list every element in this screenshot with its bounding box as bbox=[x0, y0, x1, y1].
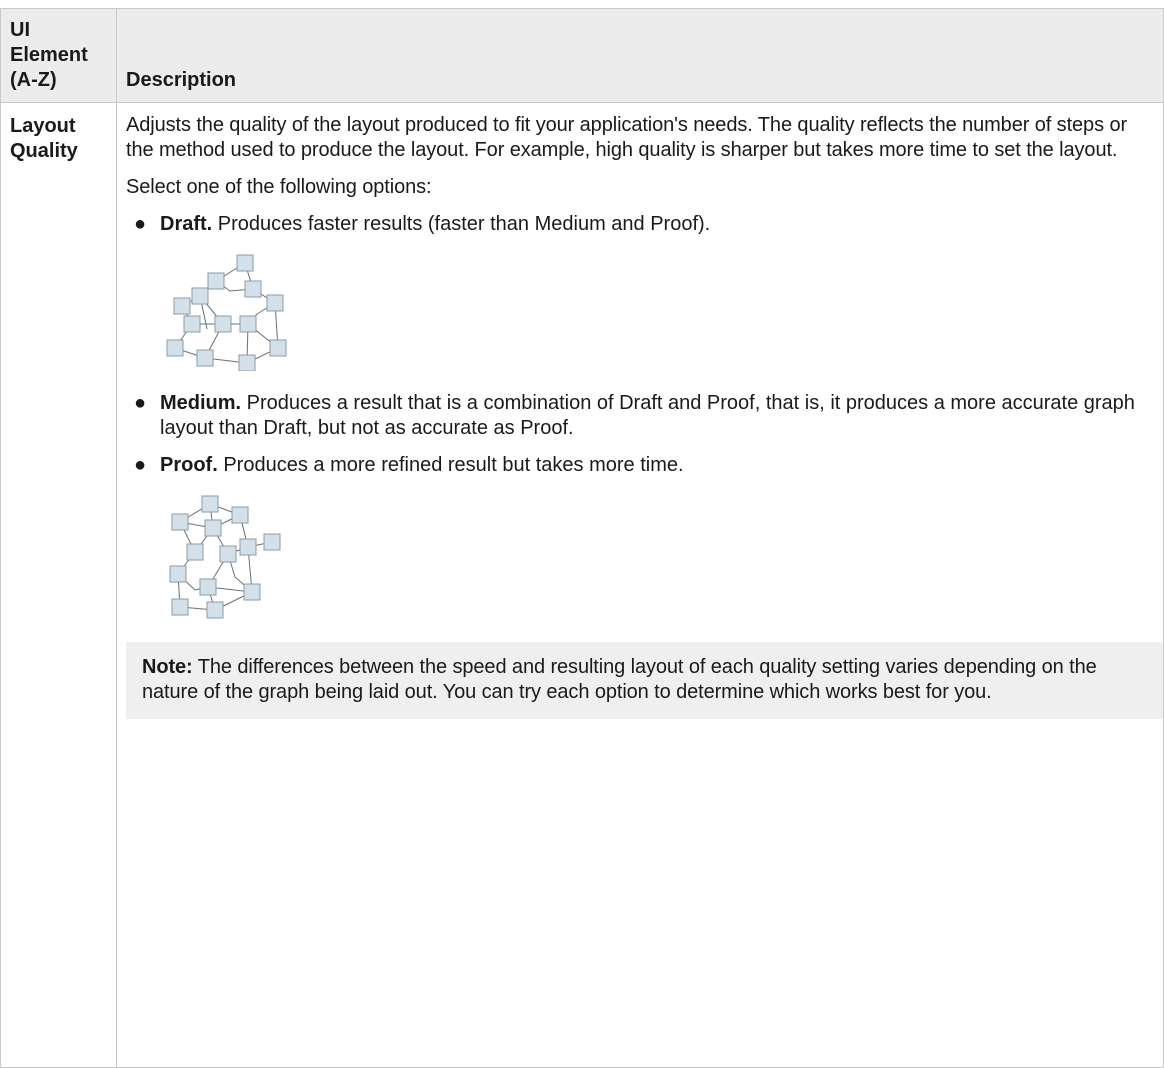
table-header-row: UI Element (A-Z) Description bbox=[0, 8, 1164, 103]
select-text: Select one of the following options: bbox=[126, 176, 432, 198]
option-title: Medium. bbox=[160, 392, 242, 414]
option-title: Proof. bbox=[160, 454, 218, 476]
header-ui-element: UI Element (A-Z) bbox=[0, 8, 117, 103]
proof-layout-graph-image bbox=[169, 495, 281, 619]
ui-element-name: Layout Quality bbox=[0, 102, 117, 1068]
list-item-medium: ● Medium. Produces a result that is a co… bbox=[126, 391, 1155, 441]
intro-text: Adjusts the quality of the layout produc… bbox=[126, 114, 1128, 161]
option-title: Draft. bbox=[160, 213, 213, 235]
bullet-icon: ● bbox=[134, 454, 147, 476]
table-row: Layout Quality Adjusts the quality of th… bbox=[0, 102, 1164, 1068]
list-item-proof: ● Proof. Produces a more refined result … bbox=[126, 453, 1155, 622]
note-text: Note: The differences between the speed … bbox=[142, 655, 1147, 705]
note-body: The differences between the speed and re… bbox=[142, 656, 1097, 703]
note-label: Note: bbox=[142, 656, 193, 678]
option-text: Produces a result that is a combination … bbox=[160, 392, 1135, 439]
options-list: ● Draft. Produces faster results (faster… bbox=[126, 212, 1155, 622]
option-text: Produces faster results (faster than Med… bbox=[212, 213, 711, 235]
option-text: Produces a more refined result but takes… bbox=[217, 454, 684, 476]
note-box: Note: The differences between the speed … bbox=[126, 642, 1163, 719]
ui-element-table: UI Element (A-Z) Description Layout Qual… bbox=[0, 8, 1164, 1068]
description-cell: Adjusts the quality of the layout produc… bbox=[116, 102, 1164, 1068]
header-description: Description bbox=[116, 8, 1164, 103]
bullet-icon: ● bbox=[134, 213, 147, 235]
bullet-icon: ● bbox=[134, 392, 147, 414]
draft-layout-graph-image bbox=[166, 254, 287, 371]
list-item-draft: ● Draft. Produces faster results (faster… bbox=[126, 212, 1155, 371]
